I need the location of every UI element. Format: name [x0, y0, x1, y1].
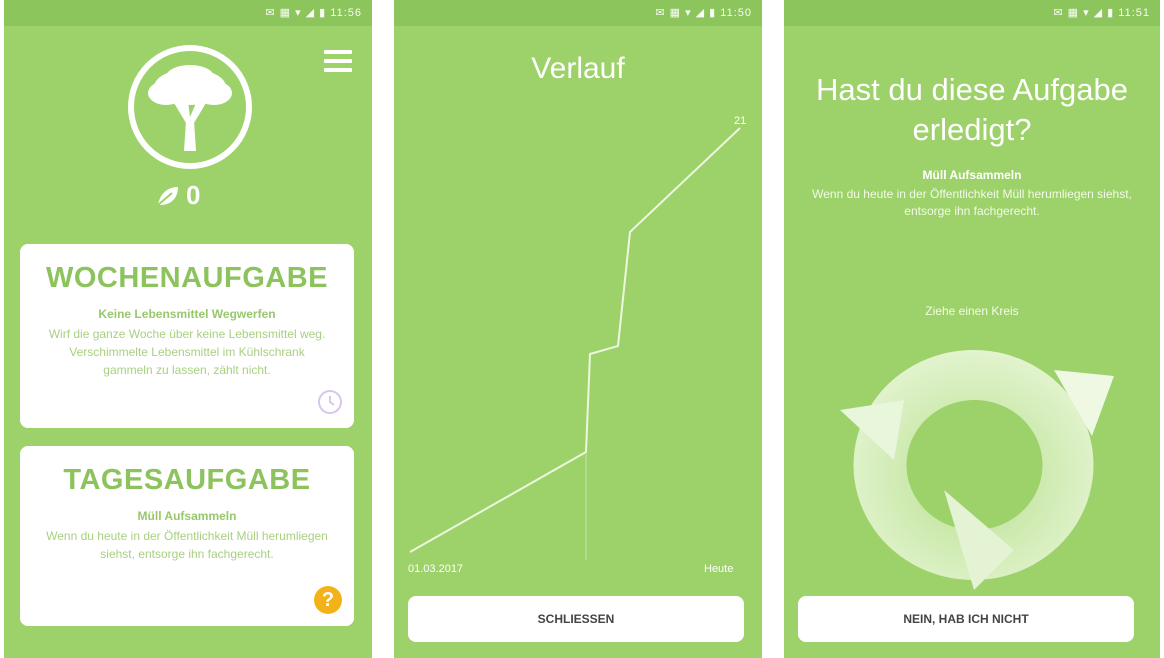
chart-end-label: Heute	[704, 563, 733, 575]
recycle-icon[interactable]	[824, 340, 1124, 600]
leaf-counter: 0	[156, 180, 200, 211]
daily-task-desc: Wenn du heute in der Öffentlichkeit Müll…	[46, 529, 328, 561]
home-screen: ✉ ▦ ▾ ◢ ▮ 11:56 0 WOCHENAUFGABE Keine Le…	[4, 0, 372, 658]
weekly-task-desc: Wirf die ganze Woche über keine Lebensmi…	[48, 327, 326, 377]
confirm-screen: ✉ ▦ ▾ ◢ ▮ 11:51 Hast du diese Aufgabe er…	[784, 0, 1160, 658]
chart-max-label: 21	[734, 115, 746, 127]
daily-task-title: Müll Aufsammeln	[137, 509, 237, 523]
menu-icon[interactable]	[324, 50, 352, 72]
leaf-icon	[157, 186, 178, 206]
no-button[interactable]: NEIN, HAB ICH NICHT	[798, 596, 1134, 642]
weekly-heading: WOCHENAUFGABE	[46, 262, 328, 294]
history-screen: ✉ ▦ ▾ ◢ ▮ 11:50 Verlauf 21 01.03.2017 He…	[394, 0, 762, 658]
gesture-hint: Ziehe einen Kreis	[925, 304, 1019, 318]
leaf-count-value: 0	[186, 180, 201, 210]
tree-icon	[128, 45, 252, 169]
daily-task-card[interactable]: TAGESAUFGABE Müll Aufsammeln Wenn du heu…	[20, 446, 354, 626]
help-icon[interactable]: ?	[314, 586, 342, 614]
chart-start-date: 01.03.2017	[408, 563, 463, 575]
task-title: Müll Aufsammeln	[922, 168, 1022, 182]
weekly-task-card[interactable]: WOCHENAUFGABE Keine Lebensmittel Wegwerf…	[20, 244, 354, 428]
weekly-task-title: Keine Lebensmittel Wegwerfen	[98, 307, 276, 321]
status-bar: ✉ ▦ ▾ ◢ ▮ 11:56	[4, 0, 372, 26]
history-chart: 21 01.03.2017 Heute	[408, 115, 746, 575]
task-desc: Wenn du heute in der Öffentlichkeit Müll…	[812, 187, 1132, 218]
daily-heading: TAGESAUFGABE	[63, 464, 311, 496]
history-line	[409, 127, 741, 553]
close-button[interactable]: SCHLIESSEN	[408, 596, 744, 642]
status-bar: ✉ ▦ ▾ ◢ ▮ 11:51	[784, 0, 1160, 26]
question-title: Hast du diese Aufgabe erledigt?	[816, 72, 1128, 147]
clock-icon[interactable]	[316, 388, 344, 416]
